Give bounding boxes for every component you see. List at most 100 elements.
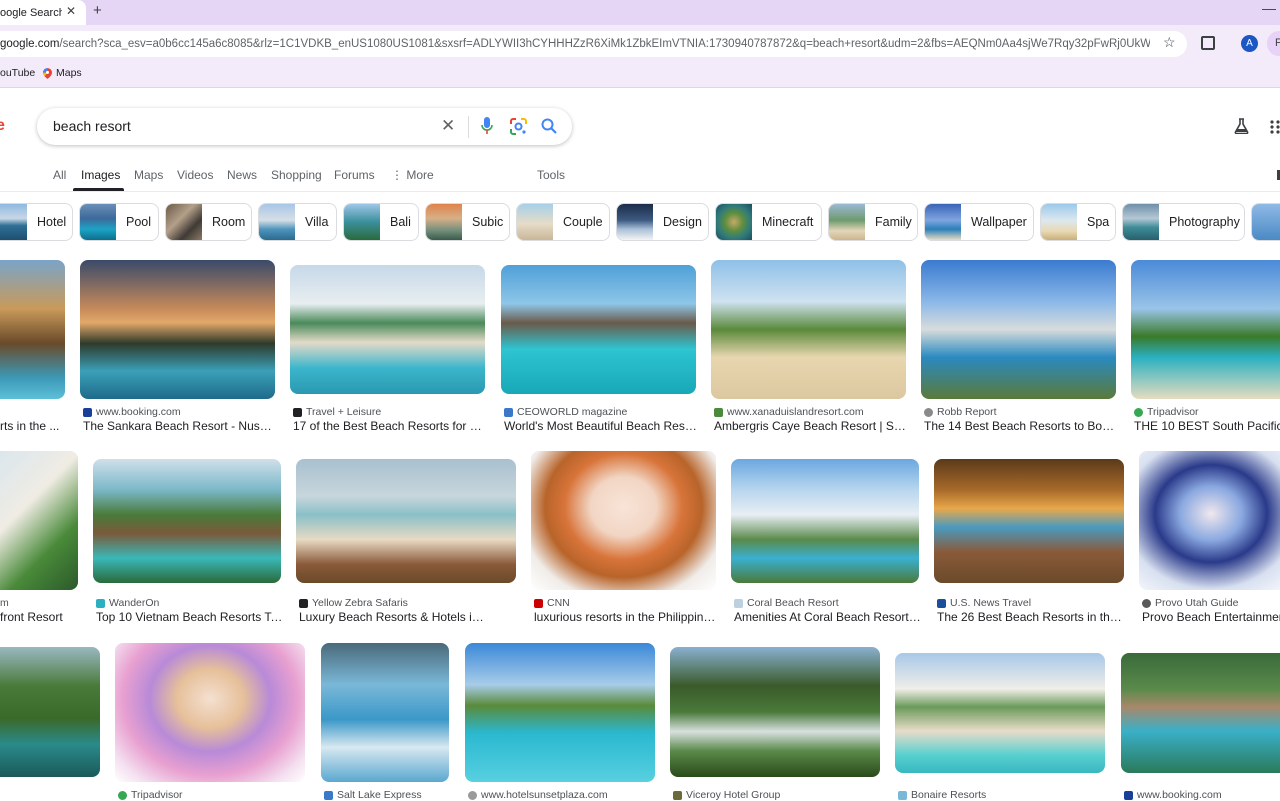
image-result[interactable]: Viceroy Hotel Group xyxy=(670,643,880,801)
image-result[interactable]: www.xanaduislandresort.com Ambergris Cay… xyxy=(711,260,909,440)
chip-wallpaper[interactable]: Wallpaper xyxy=(924,203,1034,241)
tab-forums[interactable]: Forums xyxy=(334,168,375,182)
chip-next[interactable] xyxy=(1251,203,1280,241)
tab-shopping[interactable]: Shopping xyxy=(271,168,322,182)
result-source[interactable]: Bonaire Resorts xyxy=(898,789,986,801)
image-result[interactable]: rts in the ... xyxy=(0,260,65,440)
result-title[interactable]: The 14 Best Beach Resorts to Book ... xyxy=(924,419,1119,433)
result-title[interactable]: Provo Beach Entertainment xyxy=(1142,610,1280,624)
new-tab-button[interactable]: + xyxy=(93,2,102,19)
image-result[interactable]: U.S. News Travel The 26 Best Beach Resor… xyxy=(934,451,1127,631)
result-image[interactable] xyxy=(895,653,1105,773)
chip-hotel[interactable]: Hotel xyxy=(0,203,73,241)
clear-icon[interactable]: ✕ xyxy=(441,116,455,136)
result-image[interactable] xyxy=(80,260,275,399)
result-title[interactable]: The Sankara Beach Resort - Nusa Pe... xyxy=(83,419,278,433)
search-box[interactable]: beach resort ✕ xyxy=(37,108,572,145)
result-title[interactable]: The 26 Best Beach Resorts in the W... xyxy=(937,610,1127,624)
tab-maps[interactable]: Maps xyxy=(134,168,163,182)
result-source[interactable]: Yellow Zebra Safaris xyxy=(299,597,408,609)
chip-pool[interactable]: Pool xyxy=(79,203,159,241)
image-result[interactable]: WanderOn Top 10 Vietnam Beach Resorts To… xyxy=(93,451,284,631)
result-source[interactable]: Viceroy Hotel Group xyxy=(673,789,780,801)
result-source[interactable]: Tripadvisor xyxy=(1134,406,1199,418)
result-image[interactable] xyxy=(670,647,880,777)
result-image[interactable] xyxy=(465,643,655,782)
bookmark-star-icon[interactable]: ☆ xyxy=(1163,34,1176,51)
chip-spa[interactable]: Spa xyxy=(1040,203,1116,241)
result-source[interactable]: Salt Lake Express xyxy=(324,789,422,801)
result-title[interactable]: World's Most Beautiful Beach Resort... xyxy=(504,419,699,433)
result-source[interactable]: WanderOn xyxy=(96,597,159,609)
image-result[interactable]: www.hotelsunsetplaza.com xyxy=(465,643,655,801)
result-image[interactable] xyxy=(290,265,485,394)
result-source[interactable]: Robb Report xyxy=(924,406,997,418)
result-source[interactable]: Provo Utah Guide xyxy=(1142,597,1238,609)
result-source[interactable]: U.S. News Travel xyxy=(937,597,1031,609)
address-bar[interactable]: google.com/search?sca_esv=a0b6cc145a6c80… xyxy=(0,31,1187,57)
labs-flask-icon[interactable] xyxy=(1234,118,1249,134)
chip-minecraft[interactable]: Minecraft xyxy=(715,203,822,241)
tab-close-icon[interactable]: ✕ xyxy=(66,4,76,18)
image-result[interactable]: Salt Lake Express xyxy=(321,643,449,801)
tab-news[interactable]: News xyxy=(227,168,257,182)
result-image[interactable] xyxy=(0,260,65,399)
result-image[interactable] xyxy=(296,459,516,583)
image-result[interactable]: Travel + Leisure 17 of the Best Beach Re… xyxy=(290,260,488,440)
extensions-icon[interactable] xyxy=(1201,36,1215,50)
tools-button[interactable]: Tools xyxy=(537,168,565,182)
result-image[interactable] xyxy=(93,459,281,583)
bookmark-youtube[interactable]: ouTube xyxy=(0,67,35,79)
chip-design[interactable]: Design xyxy=(616,203,709,241)
chip-villa[interactable]: Villa xyxy=(258,203,337,241)
result-source[interactable]: www.hotelsunsetplaza.com xyxy=(468,789,608,801)
result-title[interactable]: rts in the ... xyxy=(0,419,60,433)
result-source[interactable]: m xyxy=(0,597,9,609)
image-result[interactable]: Coral Beach Resort Amenities At Coral Be… xyxy=(731,451,922,631)
chip-subic[interactable]: Subic xyxy=(425,203,510,241)
result-source[interactable]: Tripadvisor xyxy=(118,789,183,801)
result-source[interactable]: CEOWORLD magazine xyxy=(504,406,627,418)
browser-tab[interactable]: oogle Search ✕ xyxy=(0,0,86,25)
image-result[interactable]: Robb Report The 14 Best Beach Resorts to… xyxy=(921,260,1119,440)
chip-room[interactable]: Room xyxy=(165,203,252,241)
result-image[interactable] xyxy=(731,459,919,583)
search-input[interactable]: beach resort xyxy=(53,118,131,134)
chip-photography[interactable]: Photography xyxy=(1122,203,1245,241)
tab-images[interactable]: Images xyxy=(81,168,120,182)
result-image[interactable] xyxy=(921,260,1116,399)
image-result[interactable]: www.booking.com xyxy=(1121,643,1280,801)
result-image[interactable] xyxy=(321,643,449,782)
image-result[interactable]: Bonaire Resorts xyxy=(895,643,1105,801)
tab-videos[interactable]: Videos xyxy=(177,168,213,182)
result-source[interactable]: www.xanaduislandresort.com xyxy=(714,406,864,418)
result-image[interactable] xyxy=(1139,451,1280,590)
result-image[interactable] xyxy=(711,260,906,399)
result-image[interactable] xyxy=(1121,653,1280,773)
result-title[interactable]: 17 of the Best Beach Resorts for Fa... xyxy=(293,419,488,433)
image-result[interactable]: m front Resort xyxy=(0,451,78,631)
result-title[interactable]: Ambergris Caye Beach Resort | San ... xyxy=(714,419,909,433)
apps-grid-icon[interactable] xyxy=(1270,120,1280,134)
result-image[interactable] xyxy=(115,643,305,782)
tab-all[interactable]: All xyxy=(53,168,66,182)
image-result[interactable]: Tripadvisor xyxy=(115,643,305,801)
result-title[interactable]: THE 10 BEST South Pacific Be xyxy=(1134,419,1280,433)
result-title[interactable]: front Resort xyxy=(0,610,78,624)
result-source[interactable]: www.booking.com xyxy=(1124,789,1222,801)
tab-more[interactable]: ⋮ More xyxy=(391,168,434,182)
chip-couple[interactable]: Couple xyxy=(516,203,610,241)
image-result[interactable]: Yellow Zebra Safaris Luxury Beach Resort… xyxy=(296,451,516,631)
result-title[interactable]: Top 10 Vietnam Beach Resorts To ... xyxy=(96,610,284,624)
result-source[interactable]: CNN xyxy=(534,597,570,609)
result-image[interactable] xyxy=(501,265,696,394)
image-result[interactable]: www.booking.com The Sankara Beach Resort… xyxy=(80,260,278,440)
result-image[interactable] xyxy=(0,647,100,777)
search-icon[interactable] xyxy=(541,118,557,134)
image-result[interactable]: Provo Utah Guide Provo Beach Entertainme… xyxy=(1139,451,1280,631)
image-result[interactable] xyxy=(0,643,100,800)
chip-family[interactable]: Family xyxy=(828,203,918,241)
result-source[interactable]: Travel + Leisure xyxy=(293,406,381,418)
result-image[interactable] xyxy=(0,451,78,590)
result-title[interactable]: Amenities At Coral Beach Resort ... xyxy=(734,610,922,624)
